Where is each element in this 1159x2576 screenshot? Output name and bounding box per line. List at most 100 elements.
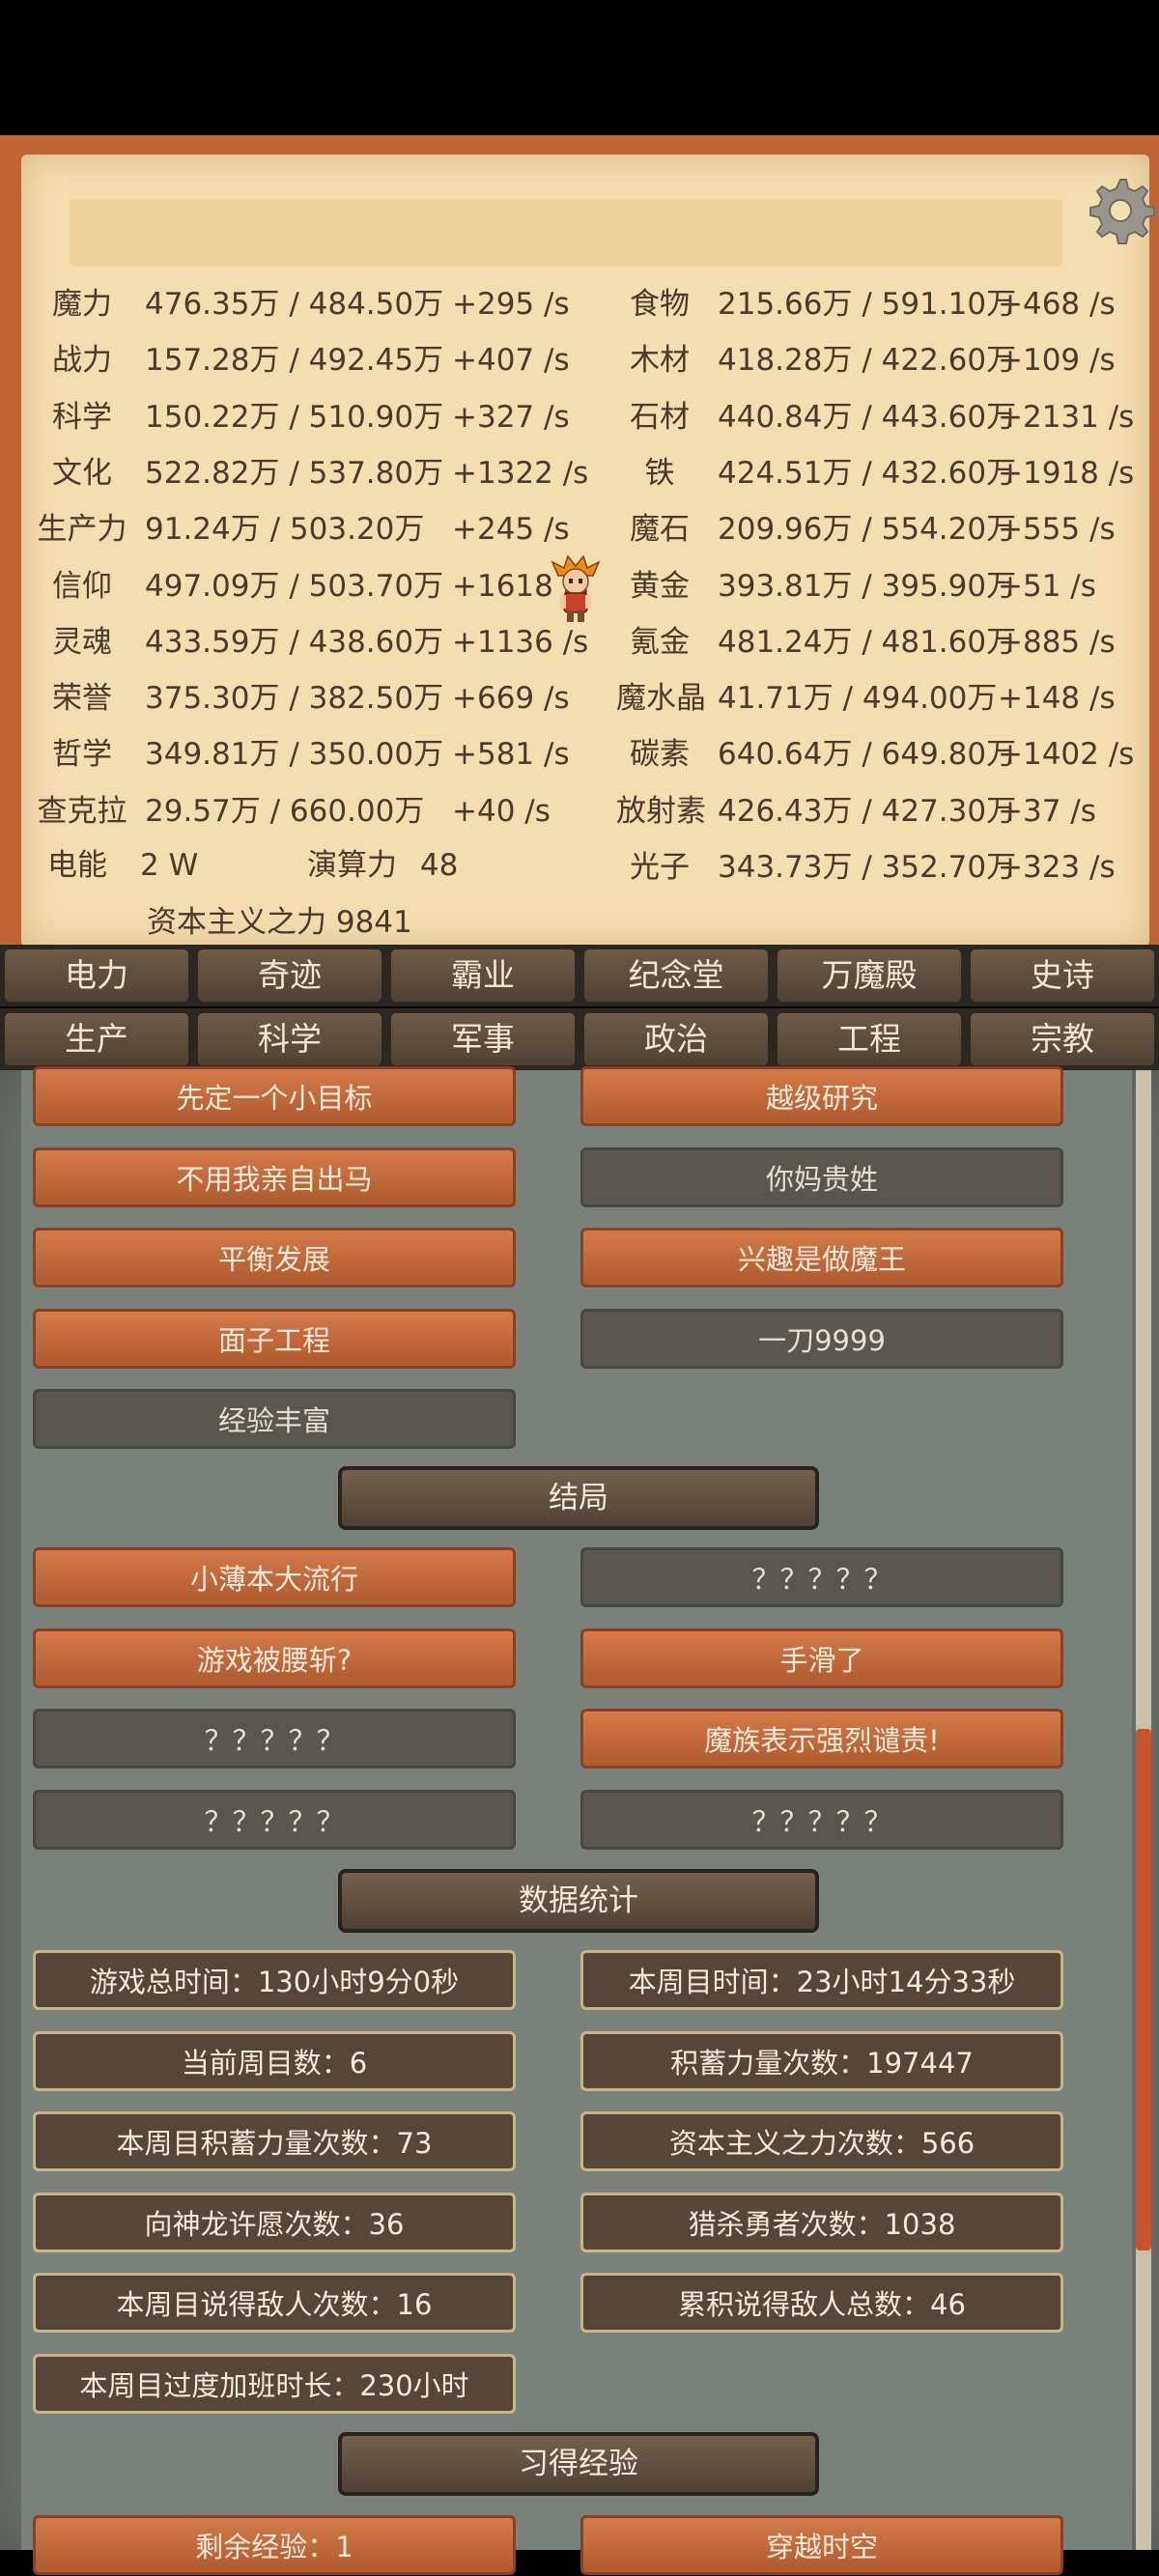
resource-rate: +885 /s [998,624,1116,660]
stat-item: 积蓄力量次数：197447 [580,2030,1063,2091]
tab-a3[interactable]: 霸业 [388,947,578,1005]
resource-name: 生产力 [37,512,127,548]
resource-amount: 343.73万 / 352.70万 [718,850,1017,885]
search-bar[interactable] [70,199,1062,267]
resource-amount: 476.35万 / 484.50万 [145,287,444,322]
resource-amount: 481.24万 / 481.60万 [718,624,1017,660]
resource-amount: 91.24万 / 503.20万 [145,512,425,548]
resource-name: 科学 [52,399,112,435]
compute-row: 演算力 48 [307,838,458,892]
resource-amount: 418.28万 / 422.60万 [718,343,1017,379]
resource-name: 魔水晶 [616,681,706,717]
resource-name: 铁 [644,455,675,491]
stat-item: 当前周目数：6 [33,2030,516,2091]
resource-amount: 426.43万 / 427.30万 [718,793,1017,829]
resource-rate: +2131 /s [998,399,1135,435]
ending-button[interactable]: ？？？？？ [33,1789,516,1850]
resource-rate: +581 /s [452,737,570,773]
resource-name: 黄金 [630,568,690,604]
stat-item: 猎杀勇者次数：1038 [580,2192,1063,2252]
tab-b6[interactable]: 宗教 [968,1010,1157,1068]
tab-b1[interactable]: 生产 [2,1010,191,1068]
stats-header[interactable]: 数据统计 [338,1869,819,1933]
gear-icon[interactable] [1084,174,1157,247]
resource-rate: +245 /s [452,512,570,548]
exp-header[interactable]: 习得经验 [338,2432,819,2496]
resource-amount: 349.81万 / 350.00万 [145,737,444,773]
resource-rate: +327 /s [452,399,570,435]
resource-name: 食物 [630,287,690,322]
resource-rate: +37 /s [998,793,1096,829]
scrollbar-thumb[interactable] [1136,1729,1151,2250]
resource-name: 放射素 [616,793,706,829]
resource-amount: 150.22万 / 510.90万 [145,399,444,435]
resource-rate: +109 /s [998,343,1116,379]
resource-name: 氪金 [630,624,690,660]
compute-value: 48 [419,848,459,883]
resource-rate: +148 /s [998,681,1116,717]
tab-b4[interactable]: 政治 [581,1010,771,1068]
resource-name: 文化 [52,455,112,491]
stat-item: 本周目积蓄力量次数：73 [33,2111,516,2171]
resource-rate: +40 /s [452,793,551,829]
resource-amount: 41.71万 / 494.00万 [718,681,998,717]
resource-rate: +555 /s [998,512,1116,548]
ending-button[interactable]: 小薄本大流行 [33,1547,516,1607]
tab-row-1: 电力 奇迹 霸业 纪念堂 万魔殿 史诗 [0,945,1159,1006]
resource-name: 哲学 [52,737,112,773]
tab-a4[interactable]: 纪念堂 [581,947,771,1005]
tab-b3[interactable]: 军事 [388,1010,578,1068]
resource-amount: 375.30万 / 382.50万 [145,681,444,717]
resource-rate: +669 /s [452,681,570,717]
resource-name: 石材 [630,399,690,435]
tab-a6[interactable]: 史诗 [968,947,1157,1005]
achievement-button[interactable]: 你妈贵姓 [580,1146,1063,1207]
stat-item: 本周目时间：23小时14分33秒 [580,1950,1063,2010]
resource-amount: 440.84万 / 443.60万 [718,399,1017,435]
stat-item: 本周目过度加班时长：230小时 [33,2353,516,2414]
resource-amount: 640.64万 / 649.80万 [718,737,1017,773]
tab-b5[interactable]: 工程 [775,1010,964,1068]
stat-item: 资本主义之力次数：566 [580,2111,1063,2171]
resource-amount: 157.28万 / 492.45万 [145,343,444,379]
resource-name: 荣誉 [52,681,112,717]
resource-amount: 433.59万 / 438.60万 [145,624,444,660]
resource-amount: 29.57万 / 660.00万 [145,793,425,829]
tab-b2[interactable]: 科学 [195,1010,384,1068]
capitalism-text: 资本主义之力 9841 [147,905,412,940]
achievement-button[interactable]: 一刀9999 [580,1308,1063,1369]
resource-name: 战力 [52,343,112,379]
stat-item: 累积说得敌人总数：46 [580,2273,1063,2333]
tab-a2[interactable]: 奇迹 [195,947,384,1005]
ending-button[interactable]: ？？？？？ [580,1547,1063,1607]
resource-rate: +1402 /s [998,737,1135,773]
ending-button[interactable]: ？？？？？ [580,1789,1063,1850]
achievement-button[interactable]: 越级研究 [580,1066,1063,1126]
resource-rate: +295 /s [452,287,570,322]
ending-header[interactable]: 结局 [338,1466,819,1530]
resource-name: 光子 [630,850,690,885]
exp-button[interactable]: 剩余经验：1 [33,2515,516,2575]
stat-item: 本周目说得敌人次数：16 [33,2273,516,2333]
achievement-button[interactable]: 先定一个小目标 [33,1066,516,1126]
compute-label: 演算力 [307,848,397,883]
tab-row-2: 生产 科学 军事 政治 工程 宗教 [0,1008,1159,1070]
power-value: 2 W [140,848,199,883]
tab-a1[interactable]: 电力 [2,947,191,1005]
ending-button[interactable]: 手滑了 [580,1628,1063,1688]
ending-button[interactable]: 魔族表示强烈谴责! [580,1709,1063,1769]
resource-amount: 424.51万 / 432.60万 [718,455,1017,491]
ending-button[interactable]: ？？？？？ [33,1709,516,1769]
achievement-button[interactable]: 兴趣是做魔王 [580,1228,1063,1288]
resource-rate: +468 /s [998,287,1116,322]
resource-amount: 209.96万 / 554.20万 [718,512,1017,548]
ending-button[interactable]: 游戏被腰斩? [33,1628,516,1688]
achievement-button[interactable]: 不用我亲自出马 [33,1146,516,1207]
resource-amount: 215.66万 / 591.10万 [718,287,1017,322]
achievement-button[interactable]: 经验丰富 [33,1389,516,1449]
achievement-button[interactable]: 面子工程 [33,1308,516,1369]
tab-a5[interactable]: 万魔殿 [775,947,964,1005]
exp-button[interactable]: 穿越时空 [580,2515,1063,2575]
status-bar [0,0,1159,135]
achievement-button[interactable]: 平衡发展 [33,1228,516,1288]
